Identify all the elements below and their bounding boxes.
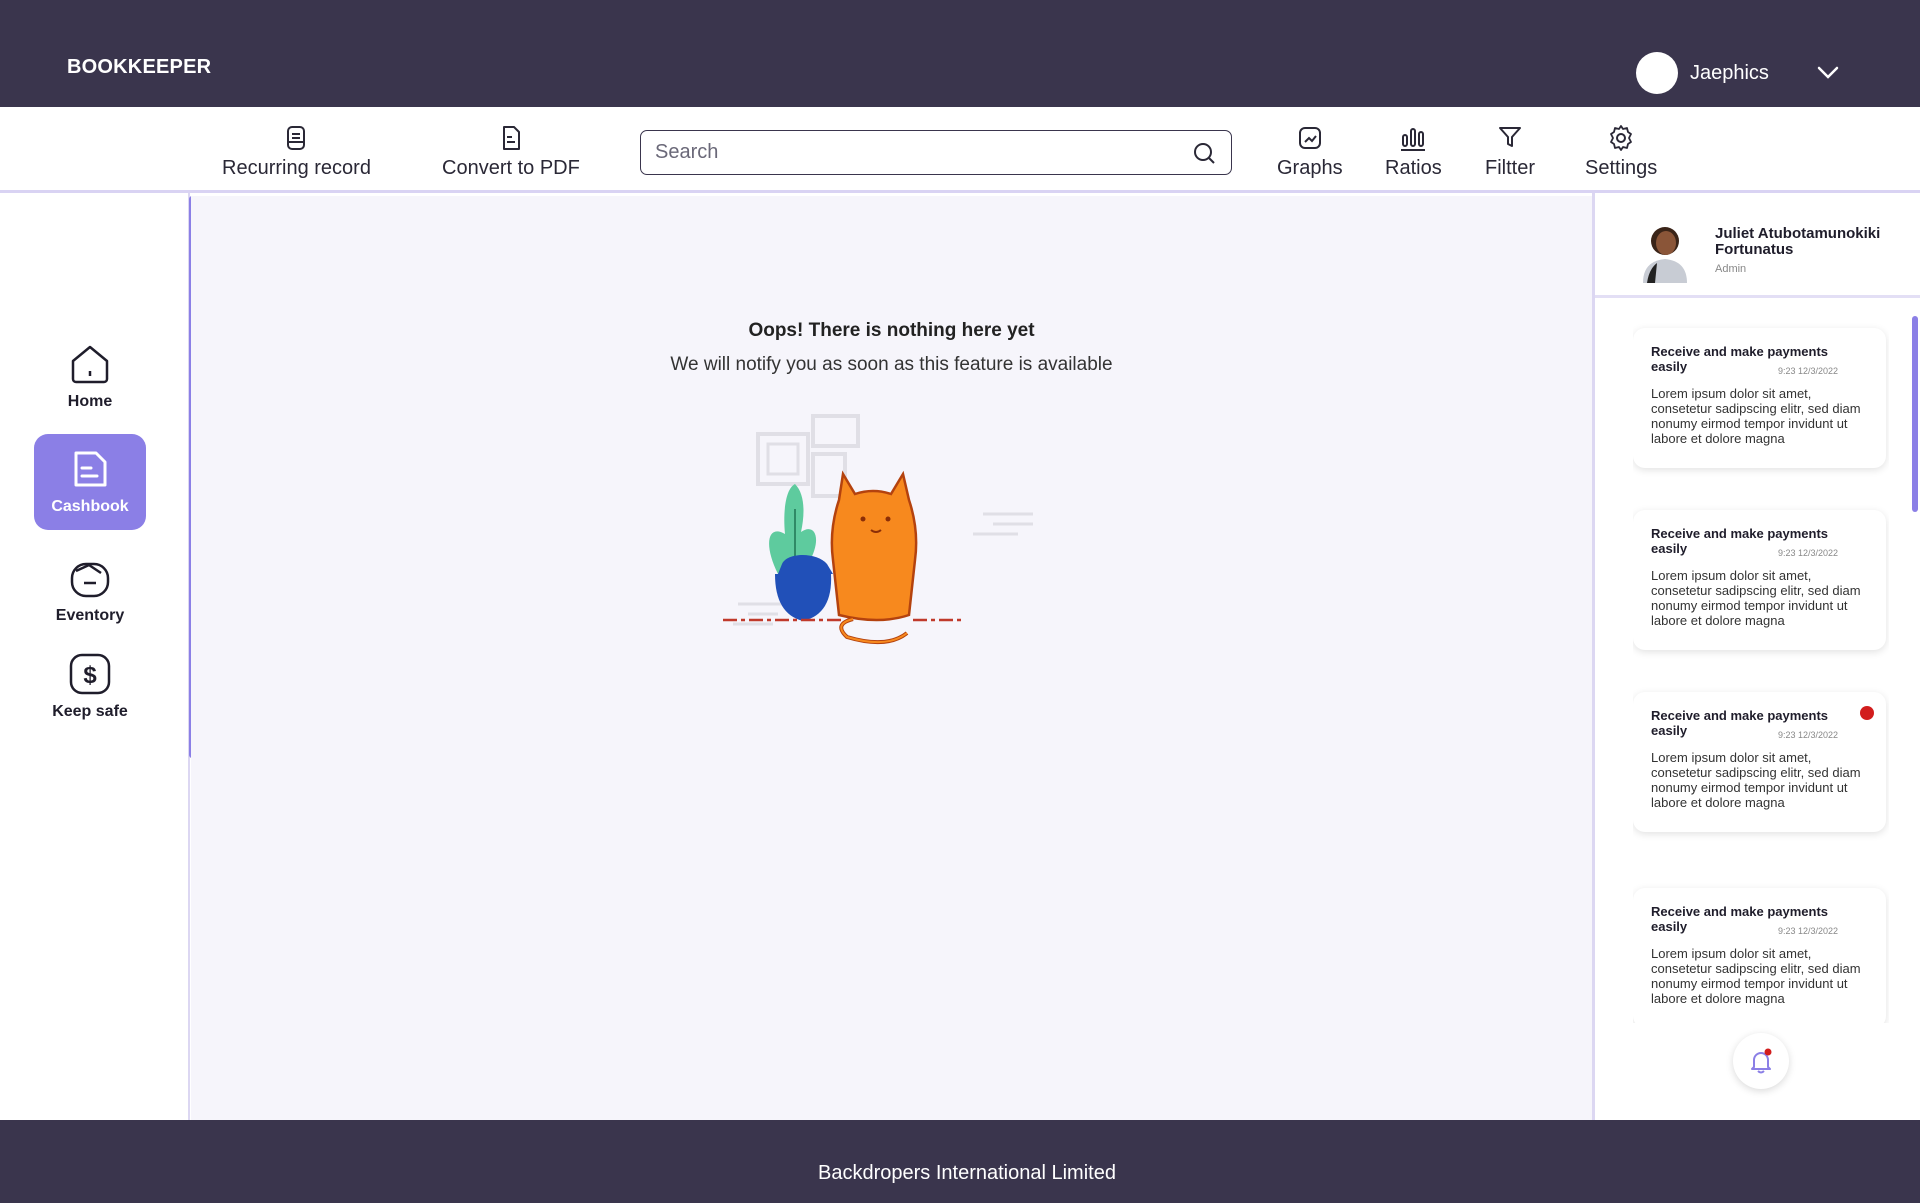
notification-time: 9:23 12/3/2022 [1777, 366, 1838, 376]
footer: Backdropers International Limited [0, 1120, 1920, 1203]
sidebar-item-label: Home [67, 393, 113, 410]
toolbar: Recurring record Convert to PDF Graphs R… [0, 107, 1920, 193]
main-content: Oops! There is nothing here yet We will … [191, 196, 1592, 1120]
sidebar-item-home[interactable]: Home [34, 341, 146, 411]
notification-body: Lorem ipsum dolor sit amet, consetetur s… [1651, 750, 1861, 810]
convert-pdf-label: Convert to PDF [442, 157, 580, 179]
sidebar: Home Cashbook Eventory $ Keep safe [0, 193, 188, 1120]
profile-card[interactable]: Juliet Atubotamunokiki Fortunatus Admin [1595, 193, 1920, 298]
profile-role: Admin [1715, 263, 1747, 275]
document-icon [502, 126, 520, 150]
right-panel: Juliet Atubotamunokiki Fortunatus Admin … [1595, 193, 1920, 1120]
svg-text:$: $ [83, 662, 97, 689]
brand-logo[interactable]: BOOKKEEPER [67, 56, 211, 79]
dollar-icon: $ [69, 653, 111, 695]
cat-and-plant-illustration [723, 414, 1033, 645]
bell-icon [1751, 1048, 1772, 1074]
recurring-record-icon [287, 126, 306, 150]
user-name[interactable]: Jaephics [1690, 62, 1769, 85]
sidebar-item-cashbook[interactable]: Cashbook [34, 434, 146, 530]
ratios-label: Ratios [1385, 157, 1442, 179]
sidebar-item-label: Cashbook [51, 498, 129, 515]
top-header: BOOKKEEPER Jaephics [0, 0, 1920, 107]
graph-icon [1298, 127, 1321, 149]
notification-time: 9:23 12/3/2022 [1777, 730, 1838, 740]
filter-label: Filtter [1485, 157, 1535, 179]
recurring-record-button[interactable]: Recurring record [222, 123, 371, 180]
footer-text: Backdropers International Limited [818, 1162, 1116, 1184]
user-menu[interactable]: Jaephics [1636, 52, 1839, 94]
profile-name: Juliet Atubotamunokiki Fortunatus [1715, 225, 1881, 258]
ratios-button[interactable]: Ratios [1385, 123, 1442, 180]
graphs-button[interactable]: Graphs [1277, 123, 1343, 180]
settings-button[interactable]: Settings [1585, 123, 1657, 180]
filter-icon [1499, 127, 1521, 147]
chevron-down-icon[interactable] [1817, 66, 1839, 80]
user-avatar[interactable] [1636, 52, 1678, 94]
sidebar-item-keep-safe[interactable]: $ Keep safe [34, 651, 146, 721]
bar-chart-icon [1401, 128, 1426, 151]
gear-icon [1610, 125, 1633, 151]
notification-body: Lorem ipsum dolor sit amet, consetetur s… [1651, 386, 1861, 446]
notification-time: 9:23 12/3/2022 [1777, 548, 1838, 558]
notifications-scrollbar[interactable] [1912, 316, 1918, 512]
search-input[interactable] [655, 141, 1191, 164]
notification-time: 9:23 12/3/2022 [1777, 926, 1838, 936]
notification-card[interactable]: Receive and make payments easily 9:23 12… [1633, 692, 1886, 832]
recurring-record-label: Recurring record [222, 157, 371, 179]
filter-button[interactable]: Filtter [1485, 123, 1535, 180]
notification-body: Lorem ipsum dolor sit amet, consetetur s… [1651, 568, 1861, 628]
empty-state-subtitle: We will notify you as soon as this featu… [670, 354, 1113, 375]
unread-dot [1860, 706, 1874, 720]
graphs-label: Graphs [1277, 157, 1343, 179]
notification-card[interactable]: Receive and make payments easily 9:23 12… [1633, 510, 1886, 650]
notification-body: Lorem ipsum dolor sit amet, consetetur s… [1651, 946, 1861, 1006]
sidebar-item-label: Keep safe [52, 703, 128, 720]
home-icon [71, 345, 109, 384]
search-box[interactable] [640, 130, 1232, 175]
sidebar-item-label: Eventory [55, 607, 125, 624]
empty-state-title: Oops! There is nothing here yet [748, 320, 1035, 341]
cashbook-icon [74, 451, 107, 487]
notification-list: Receive and make payments easily 9:23 12… [1633, 323, 1889, 1023]
inventory-icon [70, 562, 110, 598]
search-icon[interactable] [1191, 140, 1217, 166]
convert-pdf-button[interactable]: Convert to PDF [442, 123, 580, 180]
notification-card[interactable]: Receive and make payments easily 9:23 12… [1633, 888, 1886, 1023]
sidebar-item-inventory[interactable]: Eventory [34, 555, 146, 625]
settings-label: Settings [1585, 157, 1658, 179]
notification-card[interactable]: Receive and make payments easily 9:23 12… [1633, 328, 1886, 468]
profile-avatar[interactable] [1635, 217, 1695, 283]
notification-bell-button[interactable] [1733, 1033, 1789, 1089]
